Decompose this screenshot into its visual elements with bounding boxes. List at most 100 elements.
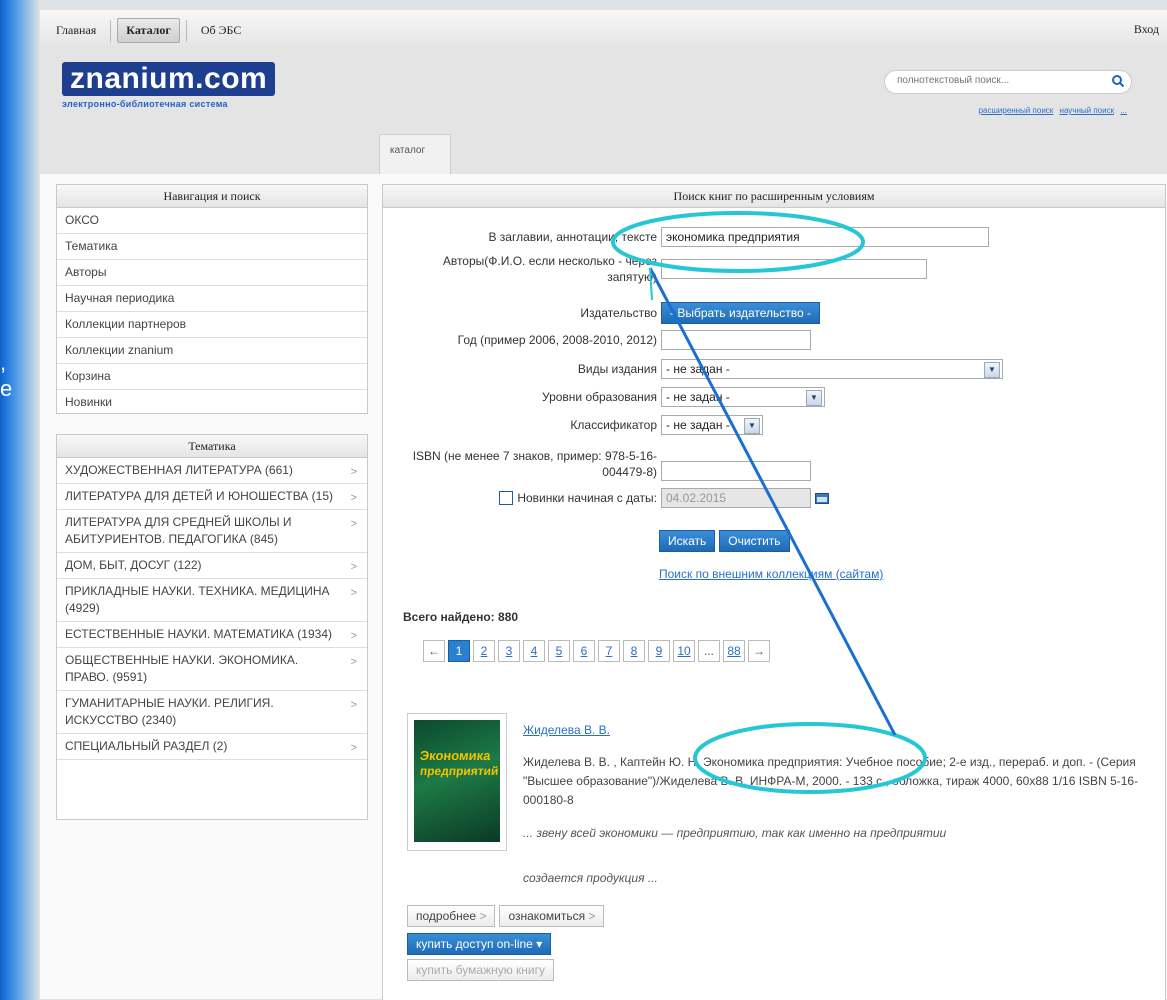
pager-page[interactable]: 2 <box>473 640 495 662</box>
search-links: расширенный поиск научный поиск ... <box>975 106 1127 115</box>
chevron-right-icon: > <box>479 909 487 923</box>
theme-label: ПРИКЛАДНЫЕ НАУКИ. ТЕХНИКА. МЕДИЦИНА (492… <box>65 584 330 615</box>
main-menu: Главная Каталог Об ЭБС <box>48 18 249 43</box>
theme-item[interactable]: ОБЩЕСТВЕННЫЕ НАУКИ. ЭКОНОМИКА. ПРАВО. (9… <box>57 648 367 691</box>
nav-item-cart[interactable]: Корзина <box>57 364 367 390</box>
buy-online-button[interactable]: купить доступ on-line ▾ <box>407 933 552 955</box>
external-collections-link[interactable]: Поиск по внешним коллекциям (сайтам) <box>659 567 883 581</box>
book-author-link[interactable]: Жиделева В. В. <box>523 723 610 737</box>
login-link[interactable]: Вход <box>1134 22 1159 37</box>
pager-ellipsis: ... <box>698 640 720 662</box>
preview-button[interactable]: ознакомиться > <box>499 905 605 927</box>
new-since-date-input[interactable] <box>661 488 811 508</box>
theme-item[interactable]: ЕСТЕСТВЕННЫЕ НАУКИ. МАТЕМАТИКА (1934) > <box>57 622 367 648</box>
nav-item-periodicals[interactable]: Научная периодика <box>57 286 367 312</box>
theme-item[interactable]: ГУМАНИТАРНЫЕ НАУКИ. РЕЛИГИЯ. ИСКУССТВО (… <box>57 691 367 734</box>
nav-divider <box>185 19 187 42</box>
pager-page[interactable]: 6 <box>573 640 595 662</box>
nav-home[interactable]: Главная <box>48 19 104 42</box>
pager-page[interactable]: 10 <box>673 640 695 662</box>
buy-paper-button[interactable]: купить бумажную книгу <box>407 959 555 981</box>
pager-page[interactable]: 1 <box>448 640 470 662</box>
book-snippet-2: создается продукция ... <box>523 871 658 885</box>
top-navigation-bar: Главная Каталог Об ЭБС Вход <box>40 10 1167 47</box>
chevron-right-icon: > <box>350 466 357 478</box>
chevron-right-icon: > <box>350 492 357 504</box>
left-stripe-text: , е <box>0 350 12 402</box>
nav-item-znanium-collections[interactable]: Коллекции znanium <box>57 338 367 364</box>
advanced-search-panel: Поиск книг по расширенным условиям В заг… <box>382 184 1166 1000</box>
pager-next[interactable]: → <box>748 640 770 662</box>
nav-about[interactable]: Об ЭБС <box>193 19 250 42</box>
pager-page[interactable]: 7 <box>598 640 620 662</box>
select-publisher-button[interactable]: - Выбрать издательство - <box>661 302 820 324</box>
isbn-input[interactable] <box>661 461 811 481</box>
search-icon[interactable] <box>1111 74 1125 88</box>
types-select[interactable]: - не задан - ▼ <box>661 359 1003 379</box>
types-selected: - не задан - <box>666 362 730 376</box>
details-button-label: подробнее <box>416 909 477 923</box>
nav-item-authors[interactable]: Авторы <box>57 260 367 286</box>
row-classifier: Классификатор - не задан - ▼ <box>393 415 763 435</box>
pager-page[interactable]: 4 <box>523 640 545 662</box>
search-button[interactable]: Искать <box>659 530 716 552</box>
search-input[interactable] <box>895 74 1109 87</box>
theme-item[interactable]: ПРИКЛАДНЫЕ НАУКИ. ТЕХНИКА. МЕДИЦИНА (492… <box>57 579 367 622</box>
themes-panel-title: Тематика <box>57 435 367 458</box>
row-levels: Уровни образования - не задан - ▼ <box>393 387 825 407</box>
details-button[interactable]: подробнее > <box>407 905 496 927</box>
authors-input[interactable] <box>661 259 927 279</box>
theme-item[interactable]: ХУДОЖЕСТВЕННАЯ ЛИТЕРАТУРА (661) > <box>57 458 367 484</box>
theme-label: ХУДОЖЕСТВЕННАЯ ЛИТЕРАТУРА (661) <box>65 463 293 477</box>
fulltext-search <box>884 70 1132 94</box>
theme-label: ОБЩЕСТВЕННЫЕ НАУКИ. ЭКОНОМИКА. ПРАВО. (9… <box>65 653 299 684</box>
row-authors: Авторы(Ф.И.О. если несколько - через зап… <box>393 253 927 285</box>
theme-item[interactable]: ЛИТЕРАТУРА ДЛЯ СРЕДНЕЙ ШКОЛЫ И АБИТУРИЕН… <box>57 510 367 553</box>
nav-item-partner-collections[interactable]: Коллекции партнеров <box>57 312 367 338</box>
site-logo[interactable]: znanium.com электронно-библиотечная сист… <box>62 62 276 109</box>
chevron-down-icon: ▼ <box>806 390 822 406</box>
classifier-select[interactable]: - не задан - ▼ <box>661 415 763 435</box>
theme-label: ЛИТЕРАТУРА ДЛЯ СРЕДНЕЙ ШКОЛЫ И АБИТУРИЕН… <box>65 515 292 546</box>
theme-item[interactable]: ЛИТЕРАТУРА ДЛЯ ДЕТЕЙ И ЮНОШЕСТВА (15) > <box>57 484 367 510</box>
nav-catalog[interactable]: Каталог <box>117 18 180 43</box>
clear-button[interactable]: Очистить <box>719 530 790 552</box>
logo-subtitle: электронно-библиотечная система <box>62 99 228 109</box>
book-cover-title-2: предприятий <box>419 764 500 778</box>
more-search-link[interactable]: ... <box>1120 106 1127 115</box>
pager-page[interactable]: 88 <box>723 640 745 662</box>
chevron-right-icon: > <box>350 561 357 573</box>
nav-item-okso[interactable]: ОКСО <box>57 208 367 234</box>
pager-page[interactable]: 8 <box>623 640 645 662</box>
theme-label: ГУМАНИТАРНЫЕ НАУКИ. РЕЛИГИЯ. ИСКУССТВО (… <box>65 696 274 727</box>
year-input[interactable] <box>661 330 811 350</box>
pager-prev[interactable]: ← <box>423 640 445 662</box>
advanced-search-link[interactable]: расширенный поиск <box>979 106 1054 115</box>
new-since-checkbox[interactable] <box>499 491 514 505</box>
book-snippet: ... звену всей экономики — предприятию, … <box>523 826 947 840</box>
row-publisher: Издательство - Выбрать издательство - <box>393 302 820 324</box>
calendar-icon[interactable] <box>815 492 829 504</box>
tab-catalog[interactable]: каталог <box>379 134 451 174</box>
levels-select[interactable]: - не задан - ▼ <box>661 387 825 407</box>
chevron-down-icon: ▼ <box>984 362 1000 378</box>
book-cover[interactable]: Экономика предприятий <box>407 713 507 851</box>
theme-item[interactable]: ДОМ, БЫТ, ДОСУГ (122) > <box>57 553 367 579</box>
pager-page[interactable]: 5 <box>548 640 570 662</box>
navigation-panel: Навигация и поиск ОКСО Тематика Авторы Н… <box>56 184 368 414</box>
pager-page[interactable]: 3 <box>498 640 520 662</box>
pagination: ← 1 2 3 4 5 6 7 8 9 10 ... 88 → <box>423 640 773 662</box>
nav-item-new[interactable]: Новинки <box>57 390 367 415</box>
theme-item[interactable]: СПЕЦИАЛЬНЫЙ РАЗДЕЛ (2) > <box>57 734 367 760</box>
site-header: znanium.com электронно-библиотечная сист… <box>40 46 1167 174</box>
theme-label: ЕСТЕСТВЕННЫЕ НАУКИ. МАТЕМАТИКА (1934) <box>65 627 332 641</box>
buy-online-label: купить доступ on-line <box>416 937 533 951</box>
theme-label: ДОМ, БЫТ, ДОСУГ (122) <box>65 558 202 572</box>
title-search-input[interactable] <box>661 227 989 247</box>
scientific-search-link[interactable]: научный поиск <box>1060 106 1115 115</box>
nav-item-themes[interactable]: Тематика <box>57 234 367 260</box>
pager-page[interactable]: 9 <box>648 640 670 662</box>
publisher-label: Издательство <box>580 306 657 320</box>
form-actions: Искать Очистить <box>659 530 790 552</box>
book-description: Жиделева В. В. , Каптейн Ю. Н. Экономика… <box>523 755 1139 807</box>
